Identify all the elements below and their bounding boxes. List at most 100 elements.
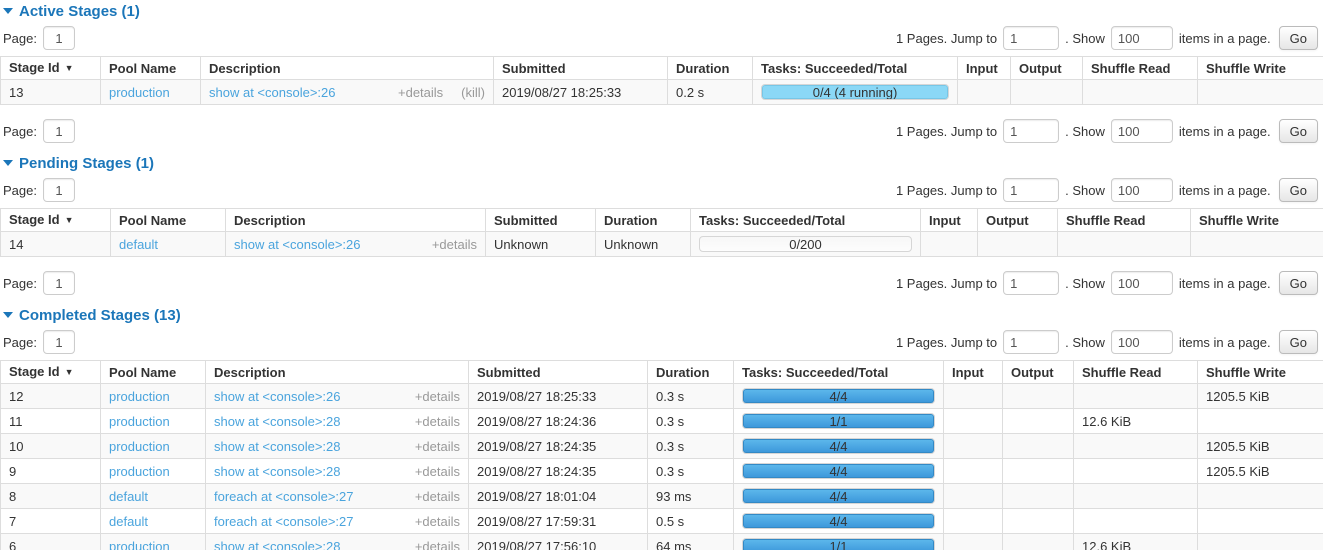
column-header-pool-name[interactable]: Pool Name <box>111 209 226 232</box>
input-cell <box>944 409 1003 434</box>
column-header-label: Tasks: Succeeded/Total <box>699 213 845 228</box>
page-label: Page: <box>3 335 37 350</box>
page-size-input[interactable] <box>1111 119 1173 143</box>
go-button[interactable]: Go <box>1279 26 1318 50</box>
column-header-stage-id[interactable]: Stage Id▼ <box>1 209 111 232</box>
stage-id-cell: 14 <box>1 232 111 257</box>
details-toggle[interactable]: +details <box>415 414 460 429</box>
column-header-shuffle-read[interactable]: Shuffle Read <box>1058 209 1191 232</box>
description-link[interactable]: show at <console>:26 <box>209 85 335 100</box>
column-header-output[interactable]: Output <box>1011 57 1083 80</box>
go-button[interactable]: Go <box>1279 178 1318 202</box>
column-header-shuffle-read[interactable]: Shuffle Read <box>1074 361 1198 384</box>
details-toggle[interactable]: +details <box>398 85 443 100</box>
description-link[interactable]: show at <console>:28 <box>214 539 340 550</box>
column-header-stage-id[interactable]: Stage Id▼ <box>1 57 101 80</box>
page-number-input[interactable] <box>43 271 75 295</box>
pool-name-link[interactable]: production <box>109 464 170 479</box>
column-header-shuffle-write[interactable]: Shuffle Write <box>1198 361 1323 384</box>
column-header-submitted[interactable]: Submitted <box>494 57 668 80</box>
description-cell: show at <console>:26 +details <box>226 232 486 257</box>
column-header-output[interactable]: Output <box>1003 361 1074 384</box>
details-toggle[interactable]: +details <box>432 237 477 252</box>
column-header-duration[interactable]: Duration <box>596 209 691 232</box>
jump-to-page-input[interactable] <box>1003 178 1059 202</box>
go-button[interactable]: Go <box>1279 330 1318 354</box>
page-size-input[interactable] <box>1111 178 1173 202</box>
column-header-submitted[interactable]: Submitted <box>486 209 596 232</box>
description-link[interactable]: foreach at <console>:27 <box>214 489 354 504</box>
go-button[interactable]: Go <box>1279 119 1318 143</box>
details-toggle[interactable]: +details <box>415 389 460 404</box>
details-toggle[interactable]: +details <box>415 489 460 504</box>
column-header-pool-name[interactable]: Pool Name <box>101 361 206 384</box>
page-size-input[interactable] <box>1111 271 1173 295</box>
jump-to-page-input[interactable] <box>1003 119 1059 143</box>
section-active: Active Stages (1)Page:1 Pages. Jump to. … <box>0 3 1323 143</box>
description-link[interactable]: show at <console>:26 <box>214 389 340 404</box>
kill-link[interactable]: (kill) <box>461 85 485 100</box>
details-toggle[interactable]: +details <box>415 539 460 550</box>
pool-name-link[interactable]: default <box>109 514 148 529</box>
column-header-label: Description <box>234 213 306 228</box>
table-header-row: Stage Id▼Pool Name Description SubmittedDu… <box>1 209 1323 232</box>
section-header-pending[interactable]: Pending Stages (1) <box>3 155 1323 172</box>
column-header-shuffle-read[interactable]: Shuffle Read <box>1083 57 1198 80</box>
column-header-description[interactable]: Description <box>201 57 494 80</box>
column-header-duration[interactable]: Duration <box>668 57 753 80</box>
page-number-input[interactable] <box>43 119 75 143</box>
column-header-label: Input <box>966 61 998 76</box>
pool-name-link[interactable]: production <box>109 439 170 454</box>
pool-name-link[interactable]: production <box>109 414 170 429</box>
jump-to-page-input[interactable] <box>1003 271 1059 295</box>
go-button[interactable]: Go <box>1279 271 1318 295</box>
table-row: 9productionshow at <console>:28+details2… <box>1 459 1323 484</box>
column-header-shuffle-write[interactable]: Shuffle Write <box>1198 57 1323 80</box>
description-link[interactable]: show at <console>:26 <box>234 237 360 252</box>
jump-to-page-input[interactable] <box>1003 330 1059 354</box>
section-header-active[interactable]: Active Stages (1) <box>3 3 1323 20</box>
jump-to-page-input[interactable] <box>1003 26 1059 50</box>
column-header-label: Submitted <box>477 365 541 380</box>
column-header-tasks-succeeded-total[interactable]: Tasks: Succeeded/Total <box>753 57 958 80</box>
description-link[interactable]: show at <console>:28 <box>214 414 340 429</box>
column-header-submitted[interactable]: Submitted <box>469 361 648 384</box>
details-toggle[interactable]: +details <box>415 514 460 529</box>
page-size-input[interactable] <box>1111 330 1173 354</box>
column-header-description[interactable]: Description <box>226 209 486 232</box>
pool-name-cell: production <box>101 434 206 459</box>
page-size-input[interactable] <box>1111 26 1173 50</box>
description-link[interactable]: foreach at <console>:27 <box>214 514 354 529</box>
section-header-completed[interactable]: Completed Stages (13) <box>3 307 1323 324</box>
pool-name-link[interactable]: production <box>109 539 170 550</box>
pool-name-link[interactable]: default <box>119 237 158 252</box>
description-link[interactable]: show at <console>:28 <box>214 464 340 479</box>
column-header-stage-id[interactable]: Stage Id▼ <box>1 361 101 384</box>
page-control: Page: <box>3 178 75 202</box>
page-number-input[interactable] <box>43 26 75 50</box>
column-header-input[interactable]: Input <box>944 361 1003 384</box>
jump-controls: 1 Pages. Jump to. Showitems in a page.Go <box>896 119 1318 143</box>
details-toggle[interactable]: +details <box>415 439 460 454</box>
column-header-description[interactable]: Description <box>206 361 469 384</box>
details-toggle[interactable]: +details <box>415 464 460 479</box>
table-row: 10productionshow at <console>:28+details… <box>1 434 1323 459</box>
column-header-duration[interactable]: Duration <box>648 361 734 384</box>
pool-name-link[interactable]: production <box>109 85 170 100</box>
show-label: . Show <box>1065 276 1105 291</box>
stage-id-cell: 7 <box>1 509 101 534</box>
pool-name-link[interactable]: default <box>109 489 148 504</box>
column-header-tasks-succeeded-total[interactable]: Tasks: Succeeded/Total <box>734 361 944 384</box>
page-number-input[interactable] <box>43 330 75 354</box>
column-header-pool-name[interactable]: Pool Name <box>101 57 201 80</box>
pool-name-link[interactable]: production <box>109 389 170 404</box>
task-progress-bar: 1/1 <box>742 413 935 429</box>
column-header-output[interactable]: Output <box>978 209 1058 232</box>
duration-cell: 64 ms <box>648 534 734 550</box>
column-header-shuffle-write[interactable]: Shuffle Write <box>1191 209 1323 232</box>
column-header-tasks-succeeded-total[interactable]: Tasks: Succeeded/Total <box>691 209 921 232</box>
page-number-input[interactable] <box>43 178 75 202</box>
description-link[interactable]: show at <console>:28 <box>214 439 340 454</box>
column-header-input[interactable]: Input <box>958 57 1011 80</box>
column-header-input[interactable]: Input <box>921 209 978 232</box>
